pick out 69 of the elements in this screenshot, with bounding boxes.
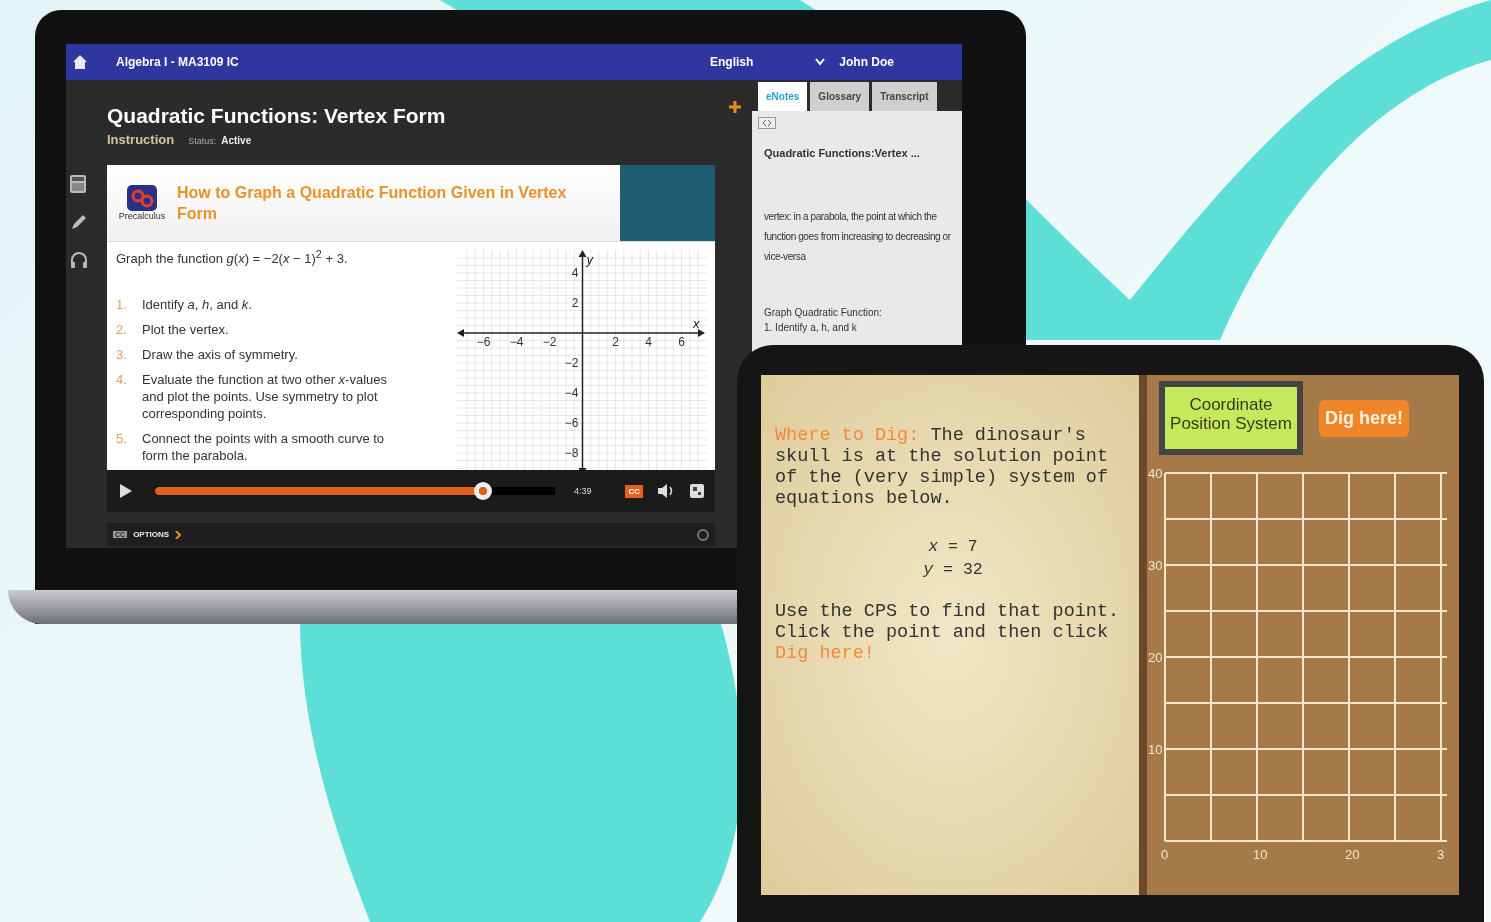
status-value: Active xyxy=(221,135,252,146)
step-number: 4. xyxy=(116,371,124,390)
captions-button[interactable]: CC xyxy=(625,484,643,498)
lesson-title: Quadratic Functions: Vertex Form xyxy=(107,104,446,128)
tick-label: 2 xyxy=(612,335,619,349)
tick-label: 2 xyxy=(571,296,579,310)
panel-tab[interactable]: Transcript xyxy=(872,82,937,111)
volume-icon[interactable] xyxy=(657,483,675,499)
tick-label: 40 xyxy=(1148,466,1163,481)
fullscreen-icon[interactable] xyxy=(689,483,705,499)
step-number: 5. xyxy=(116,430,124,449)
home-icon[interactable] xyxy=(72,54,88,70)
user-name[interactable]: John Doe xyxy=(839,55,894,69)
options-link[interactable]: OPTIONS xyxy=(133,530,170,539)
notes-text: Graph Quadratic Function: xyxy=(764,307,883,318)
language-selector[interactable]: English xyxy=(710,55,754,69)
step-number: 1. xyxy=(116,296,124,314)
calculator-icon[interactable] xyxy=(69,174,87,194)
pencil-icon[interactable] xyxy=(69,212,89,232)
axis-label: y xyxy=(586,252,593,267)
tick-label: −8 xyxy=(564,446,579,460)
tick-label: 4 xyxy=(571,266,579,280)
tick-label: 20 xyxy=(1345,847,1360,862)
equation: x = 7 xyxy=(928,536,978,558)
chevron-right-icon[interactable] xyxy=(175,530,182,539)
step-text: Draw the axis of symmetry. xyxy=(142,346,298,364)
tick-label: 30 xyxy=(1148,558,1163,573)
tick-label: 20 xyxy=(1148,650,1163,665)
notes-text: vertex: in a parabola, the point at which the function goes from increasing to decreasing or vice-versa xyxy=(764,210,952,264)
panel-tab[interactable]: Glossary xyxy=(810,82,870,111)
tick-label: −2 xyxy=(542,335,557,349)
video-time: 4:39 xyxy=(573,486,592,496)
lesson-type: Instruction xyxy=(107,132,175,147)
tick-label: −4 xyxy=(509,335,524,349)
tick-label: 10 xyxy=(1253,847,1268,862)
notes-heading: Quadratic Functions:Vertex ... xyxy=(764,147,921,159)
step-text: Plot the vertex. xyxy=(142,321,229,339)
gears-logo-icon xyxy=(127,185,157,211)
collapse-icon[interactable] xyxy=(758,117,776,129)
step-text: Connect the points with a smooth curve to form the parabola. xyxy=(142,430,386,465)
instructions-text: Use the CPS to find that point. Click the point and then click Dig here! xyxy=(775,601,1121,664)
status-label: Status: xyxy=(188,136,217,146)
chevron-down-icon[interactable] xyxy=(815,58,826,66)
step-number: 2. xyxy=(116,321,124,339)
tick-label: −2 xyxy=(564,356,579,370)
instructions-text: Where to Dig: The dinosaur's skull is at the solution point of the (very simple) system of equations below. xyxy=(775,425,1110,509)
tick-label: 0 xyxy=(1161,847,1169,862)
cps-sign: Coordinate Position System xyxy=(1159,381,1303,455)
instruction-text: Graph the function g(x) = −2(x − 1)$^{2}$ + 3. xyxy=(116,248,349,267)
tick-label: −6 xyxy=(476,335,491,349)
plus-icon[interactable] xyxy=(729,101,741,113)
tick-label: 10 xyxy=(1148,742,1163,757)
notes-text: 1. Identify a, h, and k xyxy=(764,322,858,333)
headphones-icon[interactable] xyxy=(69,250,89,270)
play-icon[interactable] xyxy=(119,483,133,499)
tick-label: 3 xyxy=(1437,847,1445,862)
tick-label: 4 xyxy=(645,335,652,349)
course-title: Algebra I - MA3109 IC xyxy=(116,55,239,69)
step-text: Identify a, h, and k. xyxy=(142,296,252,314)
tick-label: −6 xyxy=(564,416,579,430)
tick-label: 6 xyxy=(678,335,685,349)
tick-label: −4 xyxy=(564,386,579,400)
step-number: 3. xyxy=(116,346,124,364)
card-heading: How to Graph a Quadratic Function Given in Vertex Form xyxy=(177,183,568,224)
logo-caption: Precalculus xyxy=(118,211,166,221)
progress-thumb[interactable] xyxy=(474,482,492,500)
axis-label: x xyxy=(693,316,700,331)
step-text: Evaluate the function at two other x-values and plot the points. Use symmetry to plot corresponding points. xyxy=(142,371,388,423)
equation: y = 32 xyxy=(923,559,983,581)
